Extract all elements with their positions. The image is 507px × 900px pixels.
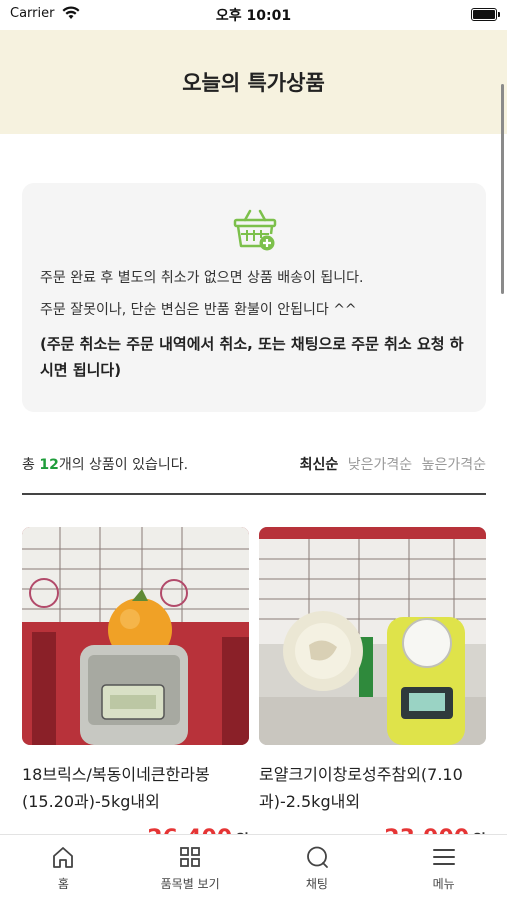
notice-line-3: (주문 취소는 주문 내역에서 취소, 또는 채팅으로 주문 취소 요청 하시면… <box>40 335 464 379</box>
tab-chat[interactable]: 채팅 <box>254 835 381 900</box>
home-icon <box>53 847 74 868</box>
product-name[interactable]: 로얄크기이창로성주참외(7.10과)-2.5kg내외 <box>259 761 486 815</box>
grid-icon <box>180 847 201 867</box>
status-bar: Carrier 오후 10:01 <box>0 0 507 30</box>
product-card[interactable]: 로얄크기이창로성주참외(7.10과)-2.5kg내외 23,900원 <box>259 527 486 856</box>
menu-icon <box>432 849 455 865</box>
tab-category-label: 품목별 보기 <box>160 877 220 891</box>
tab-category[interactable]: 품목별 보기 <box>127 835 254 900</box>
shopping-basket-plus-icon <box>233 209 277 251</box>
sort-price-low[interactable]: 낮은가격순 <box>348 457 412 473</box>
sort-price-high[interactable]: 높은가격순 <box>422 457 486 473</box>
product-image[interactable] <box>259 527 486 745</box>
notice-line-1: 주문 완료 후 별도의 취소가 없으면 상품 배송이 됩니다. <box>40 270 364 286</box>
sort-options: 최신순 낮은가격순 높은가격순 <box>295 454 486 474</box>
product-name[interactable]: 18브릭스/복동이네큰한라봉(15.20과)-5kg내외 <box>22 761 249 815</box>
listing-toolbar: 총 12개의 상품이 있습니다. 최신순 낮은가격순 높은가격순 <box>22 454 486 476</box>
tab-menu[interactable]: 메뉴 <box>380 835 507 900</box>
battery-icon <box>471 8 500 21</box>
tab-home-label: 홈 <box>57 877 69 891</box>
product-count-number: 12 <box>39 457 59 473</box>
page-title: 오늘의 특가상품 <box>182 71 325 95</box>
divider <box>22 493 486 495</box>
clock: 오후 10:01 <box>215 8 292 24</box>
tab-chat-label: 채팅 <box>305 877 328 891</box>
tab-menu-label: 메뉴 <box>432 877 455 891</box>
bottom-tab-bar: 홈 품목별 보기 채팅 메뉴 <box>0 834 507 900</box>
page-header: 오늘의 특가상품 <box>0 30 507 134</box>
order-notice: 주문 완료 후 별도의 취소가 없으면 상품 배송이 됩니다. 주문 잘못이나,… <box>22 183 486 412</box>
scrollbar[interactable] <box>501 84 504 294</box>
notice-line-2: 주문 잘못이나, 단순 변심은 반품 환불이 안됩니다 ^^ <box>40 302 357 318</box>
product-image[interactable] <box>22 527 249 745</box>
sort-newest[interactable]: 최신순 <box>300 457 339 473</box>
tab-home[interactable]: 홈 <box>0 835 127 900</box>
product-card[interactable]: 18브릭스/복동이네큰한라봉(15.20과)-5kg내외 26,400원 <box>22 527 249 856</box>
product-count: 총 12개의 상품이 있습니다. <box>22 457 189 473</box>
chat-icon <box>306 846 328 868</box>
